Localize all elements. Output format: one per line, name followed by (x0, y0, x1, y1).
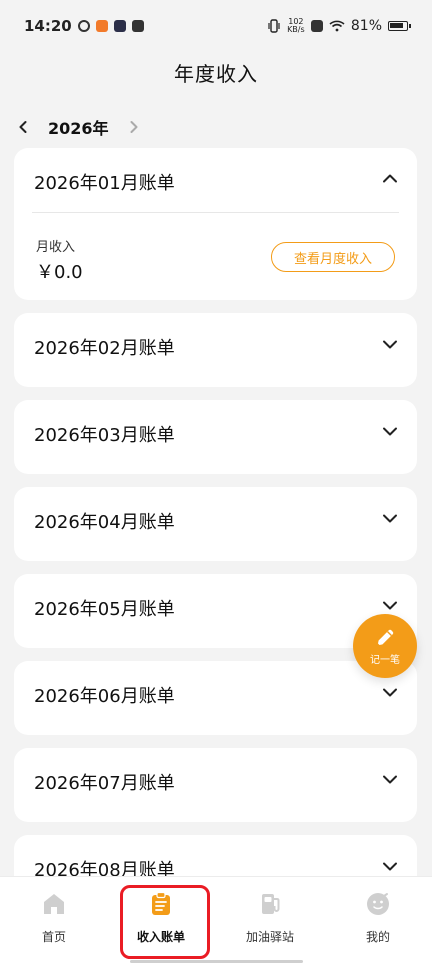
year-label: 2026年 (48, 119, 109, 138)
network-icon (310, 20, 323, 32)
status-right: 102 KB/s 81% (267, 18, 411, 34)
fuel-icon (262, 894, 280, 914)
month-title: 2026年06月账单 (34, 686, 175, 707)
chevron-down-icon[interactable] (381, 857, 399, 875)
status-time: 14:20 (24, 17, 72, 35)
chevron-up-icon[interactable] (381, 170, 399, 188)
month-title: 2026年02月账单 (34, 338, 175, 359)
tab-fuel-station[interactable]: 加油驿站 (225, 890, 315, 950)
month-card-04[interactable]: 2026年04月账单 (14, 487, 417, 561)
monthly-income-value: ￥0.0 (36, 262, 83, 283)
tab-income-bill-label: 收入账单 (136, 930, 185, 944)
view-monthly-income-button[interactable]: 查看月度收入 (271, 242, 395, 272)
month-card-07[interactable]: 2026年07月账单 (14, 748, 417, 822)
network-speed: 102 KB/s (287, 18, 305, 34)
month-title: 2026年07月账单 (34, 773, 175, 794)
home-indicator (130, 960, 303, 963)
month-title: 2026年01月账单 (34, 173, 175, 194)
chevron-down-icon[interactable] (381, 335, 399, 353)
home-icon (44, 894, 64, 914)
tab-profile-label: 我的 (365, 930, 390, 944)
battery-text: 81% (350, 18, 382, 34)
battery-icon (388, 21, 411, 31)
add-record-label: 记一笔 (370, 655, 400, 666)
month-title: 2026年03月账单 (34, 425, 175, 446)
add-record-button[interactable]: 记一笔 (353, 614, 417, 678)
divider (32, 212, 399, 213)
wifi-icon (329, 20, 345, 32)
network-speed-unit: KB/s (287, 25, 305, 34)
status-bar: 14:20 102 KB/s 81% (0, 0, 432, 52)
chevron-down-icon[interactable] (381, 683, 399, 701)
next-year-button[interactable] (125, 118, 143, 136)
month-card-02[interactable]: 2026年02月账单 (14, 313, 417, 387)
tab-home[interactable]: 首页 (9, 890, 99, 950)
status-left: 14:20 (24, 17, 144, 35)
sync-icon (77, 20, 90, 32)
chat-icon (131, 20, 144, 32)
month-card-01[interactable]: 2026年01月账单 月收入 ￥0.0 查看月度收入 (14, 148, 417, 300)
tab-fuel-station-label: 加油驿站 (245, 930, 294, 944)
tab-profile[interactable]: 我的 (333, 890, 423, 950)
monthly-income-label: 月收入 (36, 240, 76, 255)
chevron-right-icon (130, 121, 138, 133)
profile-icon (367, 893, 389, 915)
chevron-down-icon[interactable] (381, 509, 399, 527)
tab-bar: 首页 收入账单 加油驿站 我的 (0, 876, 432, 964)
year-switch: 2026年 (14, 116, 144, 138)
chevron-down-icon[interactable] (381, 770, 399, 788)
month-list: 2026年01月账单 月收入 ￥0.0 查看月度收入 2026年02月账单 20… (14, 148, 417, 922)
page-title: 年度收入 (174, 62, 258, 86)
play-icon (113, 20, 126, 32)
tab-income-bill[interactable]: 收入账单 (116, 890, 206, 950)
app-icon-orange (95, 20, 108, 32)
chevron-down-icon[interactable] (381, 422, 399, 440)
pencil-icon (378, 629, 394, 645)
previous-year-button[interactable] (14, 118, 32, 136)
chevron-left-icon (19, 121, 27, 133)
month-title: 2026年04月账单 (34, 512, 175, 533)
chevron-down-icon[interactable] (381, 596, 399, 614)
month-title: 2026年05月账单 (34, 599, 175, 620)
month-card-06[interactable]: 2026年06月账单 (14, 661, 417, 735)
vibrate-icon (268, 19, 280, 33)
month-card-03[interactable]: 2026年03月账单 (14, 400, 417, 474)
bill-icon (152, 891, 170, 915)
tab-home-label: 首页 (41, 930, 66, 944)
